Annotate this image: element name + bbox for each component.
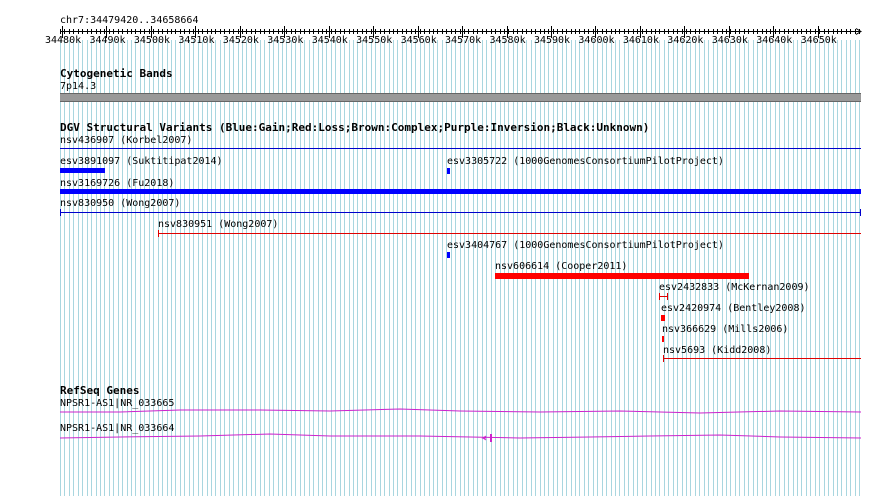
feature-nsv436907[interactable] xyxy=(60,148,861,149)
feature-label[interactable]: nsv830951 (Wong2007) xyxy=(158,219,278,230)
ruler-tick-label: 34610k xyxy=(622,35,659,46)
feature-end-cap xyxy=(860,209,861,216)
feature-label[interactable]: nsv5693 (Kidd2008) xyxy=(663,345,771,356)
ruler-tick-label: 34550k xyxy=(356,35,393,46)
feature-label[interactable]: nsv606614 (Cooper2011) xyxy=(495,261,627,272)
cytoband-label: 7p14.3 xyxy=(60,81,97,92)
feature-nsv5693[interactable] xyxy=(663,358,861,359)
ruler-tick-label: 34630k xyxy=(711,35,748,46)
refseq-track-title: RefSeq Genes xyxy=(60,384,140,397)
feature-esv3305722[interactable] xyxy=(447,168,450,174)
gene-strand-arrow xyxy=(481,435,487,441)
feature-label[interactable]: nsv830950 (Wong2007) xyxy=(60,198,180,209)
gene-model-nr033664[interactable] xyxy=(59,433,862,439)
ruler-tick-label: 34510k xyxy=(178,35,215,46)
feature-label[interactable]: esv3305722 (1000GenomesConsortiumPilotPr… xyxy=(447,156,724,167)
feature-nsv366629[interactable] xyxy=(662,336,664,342)
feature-end-cap xyxy=(663,355,664,362)
feature-label[interactable]: esv3404767 (1000GenomesConsortiumPilotPr… xyxy=(447,240,724,251)
ruler-tick-label: 34580k xyxy=(489,35,526,46)
ruler-tick-label: 34590k xyxy=(533,35,571,46)
dgv-track-title: DGV Structural Variants (Blue:Gain;Red:L… xyxy=(60,121,650,134)
ruler-tick-label: 34480k xyxy=(45,35,82,46)
gene-exon[interactable] xyxy=(490,434,492,442)
ruler-tick-label: 34560k xyxy=(400,35,437,46)
ruler-tick-label: 34530k xyxy=(267,35,304,46)
ruler-tick-label: 34520k xyxy=(222,35,259,46)
gene-label[interactable]: NPSR1-AS1|NR_033665 xyxy=(60,398,174,409)
feature-label[interactable]: esv3891097 (Suktitipat2014) xyxy=(60,156,223,167)
feature-nsv830951[interactable] xyxy=(158,233,861,234)
feature-end-cap xyxy=(60,209,61,216)
feature-nsv830950[interactable] xyxy=(60,212,861,213)
feature-esv3404767[interactable] xyxy=(447,252,450,258)
feature-esv2420974[interactable] xyxy=(661,315,665,321)
feature-nsv3169726[interactable] xyxy=(60,189,861,194)
feature-end-cap xyxy=(158,230,159,237)
ruler-tick-label: 34540k xyxy=(311,35,348,46)
feature-esv3891097[interactable] xyxy=(60,168,105,173)
ruler-tick-label: 34570k xyxy=(445,35,482,46)
feature-label[interactable]: nsv3169726 (Fu2018) xyxy=(60,178,174,189)
ruler-tick-label: 34490k xyxy=(89,35,126,46)
cytoband-bar[interactable] xyxy=(60,93,861,102)
feature-end-cap xyxy=(667,293,668,300)
gene-model-nr033665[interactable] xyxy=(60,408,862,414)
ruler-tick-label: 34650k xyxy=(800,35,837,46)
ruler-tick-label: 34600k xyxy=(578,35,615,46)
feature-label[interactable]: esv2432833 (McKernan2009) xyxy=(659,282,810,293)
cytoband-track-title: Cytogenetic Bands xyxy=(60,67,173,80)
feature-nsv606614[interactable] xyxy=(495,273,749,279)
ruler-tick-label: 34640k xyxy=(756,35,793,46)
feature-label[interactable]: nsv436907 (Korbel2007) xyxy=(60,135,192,146)
ruler-tick-label: 34500k xyxy=(133,35,171,46)
ruler-tick-label: 34620k xyxy=(667,35,704,46)
feature-label[interactable]: nsv366629 (Mills2006) xyxy=(662,324,788,335)
feature-label[interactable]: esv2420974 (Bentley2008) xyxy=(661,303,806,314)
gene-label[interactable]: NPSR1-AS1|NR_033664 xyxy=(60,423,174,434)
feature-end-cap xyxy=(659,293,660,300)
